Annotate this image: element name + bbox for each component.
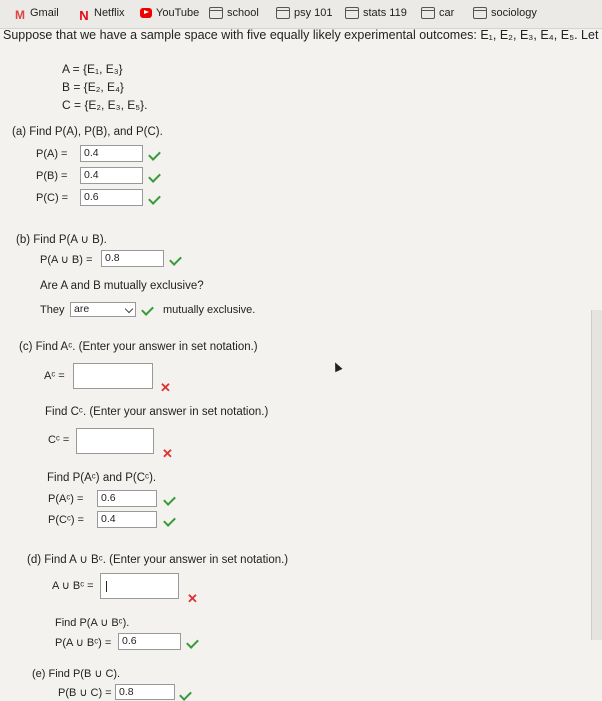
paubc-input[interactable]: 0.6 xyxy=(118,633,181,650)
chevron-down-icon xyxy=(124,304,134,314)
bookmarks-bar: M Gmail N Netflix YouTube school psy 101 s… xyxy=(0,0,602,29)
pb-input[interactable]: 0.4 xyxy=(80,167,143,184)
set-a: A = {E₁, E₃} xyxy=(62,62,123,76)
correct-check-icon xyxy=(164,517,176,525)
cc-input[interactable] xyxy=(76,428,154,454)
bookmark-sociology[interactable]: sociology xyxy=(473,7,537,19)
pbuc-label: P(B ∪ C) = xyxy=(58,687,112,699)
pbuc-input[interactable]: 0.8 xyxy=(115,684,175,700)
part-b-heading: (b) Find P(A ∪ B). xyxy=(16,234,107,246)
folder-icon xyxy=(421,7,435,19)
bookmark-gmail[interactable]: M Gmail xyxy=(14,7,59,22)
pa-label: P(A) = xyxy=(36,148,68,160)
folder-icon xyxy=(276,7,290,19)
part-c-heading: (c) Find Aᶜ. (Enter your answer in set n… xyxy=(19,341,258,353)
part-d-heading: (d) Find A ∪ Bᶜ. (Enter your answer in s… xyxy=(27,554,289,566)
scrollbar[interactable] xyxy=(591,310,602,640)
ac-input[interactable] xyxy=(73,363,153,389)
bookmark-netflix[interactable]: N Netflix xyxy=(78,7,124,23)
pa-input[interactable]: 0.4 xyxy=(80,145,143,162)
paubc-label: P(A ∪ Bᶜ) = xyxy=(55,637,112,649)
gmail-icon: M xyxy=(15,8,25,22)
folder-icon xyxy=(473,7,487,19)
set-b: B = {E₂, E₄} xyxy=(62,80,124,94)
netflix-icon: N xyxy=(79,8,89,23)
ac-label: Aᶜ = xyxy=(44,370,65,382)
correct-check-icon xyxy=(149,195,161,203)
incorrect-x-icon: ✕ xyxy=(187,591,198,606)
pab-label: P(A ∪ B) = xyxy=(40,254,93,266)
bookmark-school[interactable]: school xyxy=(209,7,259,19)
find-paubc-prompt: Find P(A ∪ Bᶜ). xyxy=(55,617,130,629)
incorrect-x-icon: ✕ xyxy=(162,446,173,461)
correct-check-icon xyxy=(149,151,161,159)
pab-input[interactable]: 0.8 xyxy=(101,250,164,267)
mutually-exclusive-question: Are A and B mutually exclusive? xyxy=(40,280,204,292)
correct-check-icon xyxy=(164,496,176,504)
aubc-label: A ∪ Bᶜ = xyxy=(52,580,94,592)
correct-check-icon xyxy=(187,639,199,647)
pc-input[interactable]: 0.6 xyxy=(80,189,143,206)
folder-icon xyxy=(345,7,359,19)
pac-input[interactable]: 0.6 xyxy=(97,490,157,507)
bookmark-youtube[interactable]: YouTube xyxy=(140,7,199,19)
find-cc-prompt: Find Cᶜ. (Enter your answer in set notat… xyxy=(45,406,269,418)
correct-check-icon xyxy=(142,306,154,314)
incorrect-x-icon: ✕ xyxy=(160,380,171,395)
problem-intro: Suppose that we have a sample space with… xyxy=(3,28,599,42)
set-c: C = {E₂, E₃, E₅}. xyxy=(62,98,148,112)
mutually-exclusive-select[interactable]: are xyxy=(70,302,136,317)
bookmark-psy-101[interactable]: psy 101 xyxy=(276,7,333,19)
bookmark-stats-119[interactable]: stats 119 xyxy=(345,7,407,19)
youtube-icon xyxy=(140,8,152,18)
mouse-cursor-icon xyxy=(331,360,343,373)
pcc-label: P(Cᶜ) = xyxy=(48,514,84,526)
part-e-heading: (e) Find P(B ∪ C). xyxy=(32,668,121,680)
they-label: They xyxy=(40,304,65,316)
pb-label: P(B) = xyxy=(36,170,68,182)
find-complement-probs: Find P(Aᶜ) and P(Cᶜ). xyxy=(47,472,157,484)
pcc-input[interactable]: 0.4 xyxy=(97,511,157,528)
correct-check-icon xyxy=(180,691,192,699)
folder-icon xyxy=(209,7,223,19)
pac-label: P(Aᶜ) = xyxy=(48,493,84,505)
mutually-exclusive-suffix: mutually exclusive. xyxy=(163,304,256,316)
correct-check-icon xyxy=(149,173,161,181)
aubc-input[interactable] xyxy=(100,573,179,599)
correct-check-icon xyxy=(170,256,182,264)
part-a-heading: (a) Find P(A), P(B), and P(C). xyxy=(12,126,163,138)
bookmark-car[interactable]: car xyxy=(421,7,454,19)
pc-label: P(C) = xyxy=(36,192,69,204)
cc-label: Cᶜ = xyxy=(48,434,70,446)
